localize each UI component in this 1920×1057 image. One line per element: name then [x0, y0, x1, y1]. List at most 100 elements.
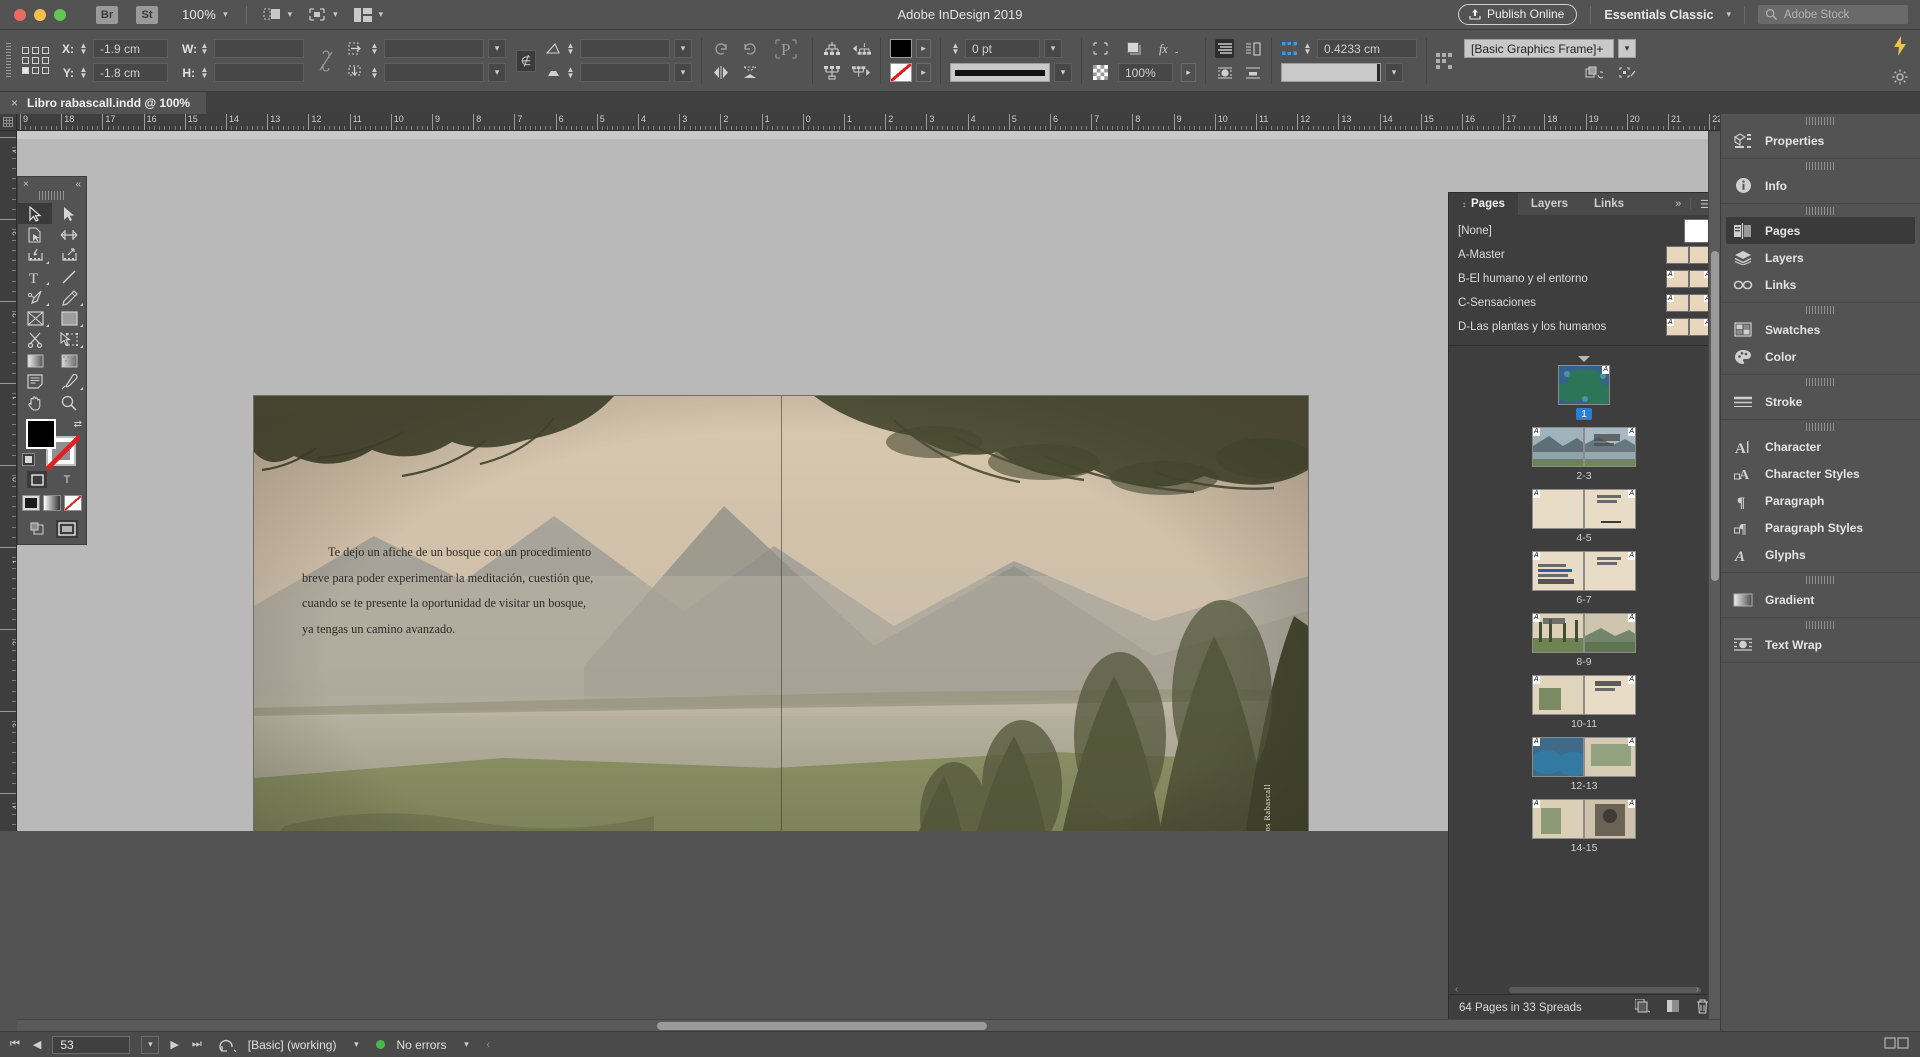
select-previous-object-icon[interactable]	[852, 39, 871, 58]
spread-item[interactable]: A A 8-9	[1449, 613, 1719, 668]
y-stepper[interactable]: ▲ ▼	[78, 65, 89, 79]
shear-dropdown[interactable]: ▾	[674, 63, 692, 82]
canvas-horizontal-scrollbar[interactable]	[17, 1019, 1720, 1031]
corner-shape-dropdown[interactable]: ▾	[1385, 63, 1403, 82]
first-page-button[interactable]: ⏮	[10, 1038, 20, 1051]
master-thumbnail[interactable]: AA	[1666, 294, 1712, 312]
stroke-weight-field[interactable]: 0 pt	[965, 39, 1040, 58]
next-page-button[interactable]: ▶	[170, 1038, 178, 1051]
view-options-icon[interactable]	[308, 7, 326, 22]
content-placer-tool[interactable]	[52, 245, 86, 266]
dock-item-links[interactable]: Links	[1721, 271, 1920, 298]
opacity-field[interactable]: 100%	[1118, 63, 1173, 82]
corner-shape-field[interactable]	[1281, 63, 1381, 82]
rotate-clockwise-icon[interactable]	[711, 39, 730, 58]
flip-horizontal-icon[interactable]	[711, 63, 730, 82]
eyedropper-tool[interactable]	[52, 371, 86, 392]
y-field[interactable]: -1.8 cm	[93, 63, 168, 82]
cc-libraries-sync-icon[interactable]	[1893, 36, 1907, 56]
dock-grip[interactable]	[1805, 378, 1836, 386]
chevron-down-icon[interactable]: ▾	[333, 9, 338, 20]
dock-grip[interactable]	[1805, 117, 1836, 125]
master-thumbnail[interactable]: AA	[1666, 318, 1712, 336]
free-transform-tool[interactable]	[52, 329, 86, 350]
shear-stepper[interactable]: ▲ ▼	[565, 65, 576, 79]
opacity-dropdown[interactable]: ▸	[1181, 63, 1196, 82]
preflight-icon[interactable]	[219, 1037, 237, 1053]
close-window-button[interactable]	[14, 8, 26, 21]
text-frame-columns-icon[interactable]	[1243, 39, 1262, 58]
dock-item-character-styles[interactable]: A Character Styles	[1721, 460, 1920, 487]
last-page-button[interactable]: ⏭	[192, 1038, 202, 1051]
close-icon[interactable]: ×	[11, 96, 18, 110]
master-row-none[interactable]: [None]	[1449, 219, 1719, 243]
dock-item-character[interactable]: A Character	[1721, 433, 1920, 460]
workspace-switcher-label[interactable]: Essentials Classic	[1604, 8, 1713, 22]
bridge-icon[interactable]: Br	[96, 5, 118, 24]
vertical-ruler[interactable]: 4321012345678	[0, 131, 17, 831]
new-page-icon[interactable]	[1666, 999, 1680, 1017]
toolbox-grip[interactable]	[39, 191, 65, 200]
pencil-tool[interactable]	[52, 287, 86, 308]
frame-fitting-icon[interactable]	[1281, 41, 1298, 56]
master-row-b[interactable]: B-El humano y el entorno AA	[1449, 267, 1719, 291]
chevron-down-icon[interactable]: ▾	[288, 9, 293, 20]
dock-grip[interactable]	[1805, 576, 1836, 584]
screen-mode-icon[interactable]	[263, 7, 281, 22]
h-stepper[interactable]: ▲ ▼	[199, 65, 210, 79]
spread-body-text[interactable]: Te dejo un afiche de un bosque con un pr…	[302, 540, 642, 642]
corner-options-icon[interactable]	[1091, 39, 1110, 58]
dock-grip[interactable]	[1805, 207, 1836, 215]
stroke-type-field[interactable]	[950, 63, 1050, 82]
spread-item[interactable]: A A 12-13	[1449, 737, 1719, 792]
swap-fill-stroke-icon[interactable]: ⇄	[74, 419, 82, 430]
hand-tool[interactable]	[18, 392, 52, 413]
rectangle-frame-tool[interactable]	[18, 308, 52, 329]
object-style-field[interactable]: [Basic Graphics Frame]+	[1464, 39, 1614, 58]
page-spread[interactable]: Te dejo un afiche de un bosque con un pr…	[254, 396, 1308, 831]
stroke-type-dropdown[interactable]: ▾	[1054, 63, 1072, 82]
object-style-dropdown[interactable]: ▾	[1618, 39, 1636, 58]
select-next-object-icon[interactable]	[852, 63, 871, 82]
x-field[interactable]: -1.9 cm	[93, 39, 168, 58]
master-row-d[interactable]: D-Las plantas y los humanos AA	[1449, 315, 1719, 339]
stroke-color-swatch[interactable]	[890, 63, 912, 82]
constrain-scale-button[interactable]: ∉	[516, 49, 536, 72]
fill-color-swatch[interactable]	[890, 39, 912, 58]
error-status-dropdown[interactable]: ▾	[457, 1036, 475, 1054]
scissors-tool[interactable]	[18, 329, 52, 350]
dock-item-paragraph-styles[interactable]: ¶ Paragraph Styles	[1721, 514, 1920, 541]
gap-tool[interactable]	[52, 224, 86, 245]
scale-y-field[interactable]	[384, 63, 484, 82]
scale-x-field[interactable]	[384, 39, 484, 58]
page-number-dropdown[interactable]: ▾	[141, 1035, 160, 1054]
line-tool[interactable]	[52, 266, 86, 287]
align-text-frame-icon[interactable]	[1215, 39, 1234, 58]
collapse-icon[interactable]: «	[75, 179, 81, 190]
spread-item[interactable]: A A 14-15	[1449, 799, 1719, 854]
stock-icon[interactable]: St	[136, 5, 158, 24]
adobe-stock-search[interactable]: Adobe Stock	[1758, 5, 1908, 24]
rotate-counterclockwise-icon[interactable]	[740, 39, 759, 58]
stroke-color-box[interactable]	[46, 436, 80, 470]
w-field[interactable]	[214, 39, 304, 58]
h-field[interactable]	[214, 63, 304, 82]
default-fill-stroke-icon[interactable]	[22, 453, 35, 466]
gradient-swatch-tool[interactable]	[18, 350, 52, 371]
canvas-vertical-scrollbar[interactable]	[1708, 131, 1720, 1019]
formatting-affects-container-icon[interactable]	[27, 471, 47, 488]
master-thumbnail[interactable]	[1666, 246, 1712, 264]
dock-item-paragraph[interactable]: ¶ Paragraph	[1721, 487, 1920, 514]
clear-overrides-icon[interactable]	[1584, 63, 1603, 82]
tab-pages[interactable]: ↕ Pages	[1449, 193, 1518, 215]
spread-item[interactable]: A 1	[1449, 365, 1719, 420]
scale-y-dropdown[interactable]: ▾	[488, 63, 506, 82]
flip-vertical-icon[interactable]	[740, 63, 759, 82]
arrange-documents-icon[interactable]	[353, 7, 372, 22]
gap-stepper[interactable]: ▲ ▼	[1302, 41, 1313, 55]
apply-none-icon[interactable]	[64, 495, 82, 511]
dock-item-layers[interactable]: Layers	[1721, 244, 1920, 271]
x-stepper[interactable]: ▲ ▼	[78, 41, 89, 55]
chevron-down-icon[interactable]: ▾	[379, 9, 384, 20]
document-tab[interactable]: × Libro rabascall.indd @ 100%	[0, 92, 207, 114]
